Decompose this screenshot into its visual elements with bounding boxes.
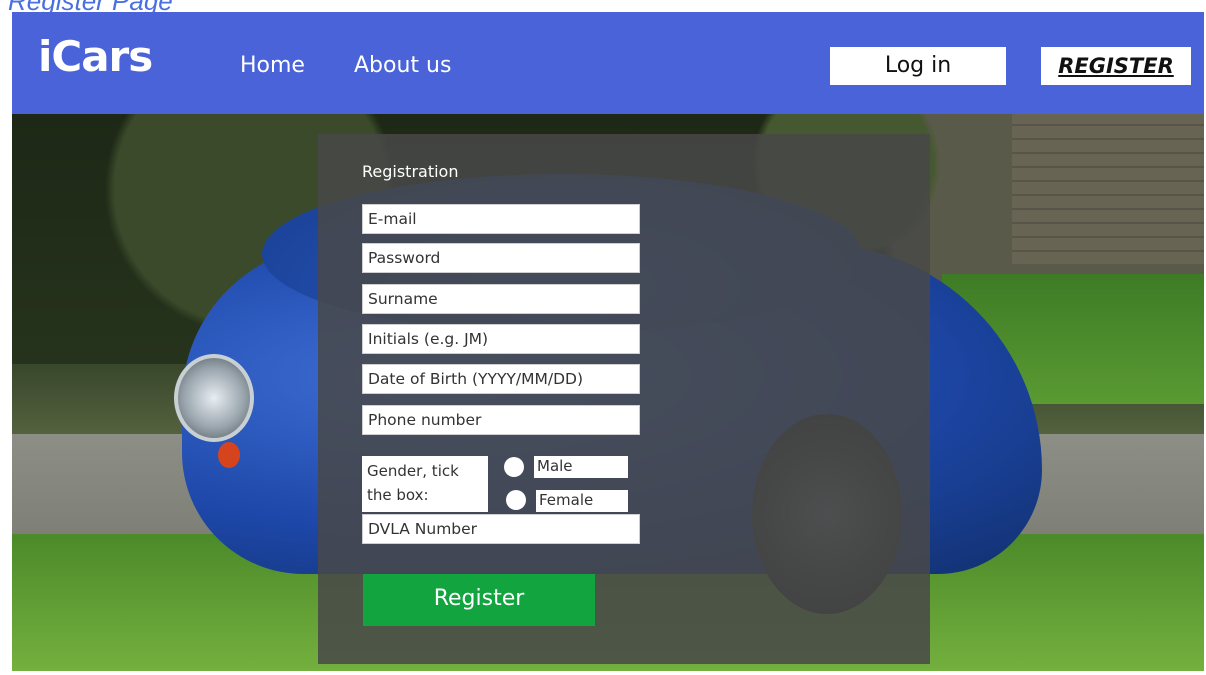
login-button[interactable]: Log in [830, 47, 1006, 85]
logo[interactable]: iCars [38, 32, 153, 81]
car-indicator [218, 442, 240, 468]
gender-male-label: Male [534, 456, 628, 478]
register-submit-button[interactable]: Register [363, 574, 595, 626]
gender-female-radio[interactable] [506, 490, 526, 510]
phone-number-field[interactable] [362, 405, 640, 435]
gender-male-radio[interactable] [504, 457, 524, 477]
app-frame: iCars Home About us Log in REGISTER Regi… [12, 12, 1204, 671]
nav-home-link[interactable]: Home [240, 53, 305, 78]
surname-field[interactable] [362, 284, 640, 314]
date-of-birth-field[interactable] [362, 364, 640, 394]
email-field[interactable] [362, 204, 640, 234]
header-bar: iCars Home About us Log in REGISTER [12, 12, 1204, 114]
stone-wall [1012, 114, 1204, 264]
dvla-number-field[interactable] [362, 514, 640, 544]
nav-about-link[interactable]: About us [354, 53, 451, 78]
password-field[interactable] [362, 243, 640, 273]
gender-label: Gender, tick the box: [362, 456, 488, 512]
car-headlight [174, 354, 254, 442]
register-nav-button[interactable]: REGISTER [1041, 47, 1191, 85]
gender-female-label: Female [536, 490, 628, 512]
initials-field[interactable] [362, 324, 640, 354]
registration-panel: Registration Gender, tick the box: Male … [318, 134, 930, 664]
registration-title: Registration [362, 162, 459, 181]
